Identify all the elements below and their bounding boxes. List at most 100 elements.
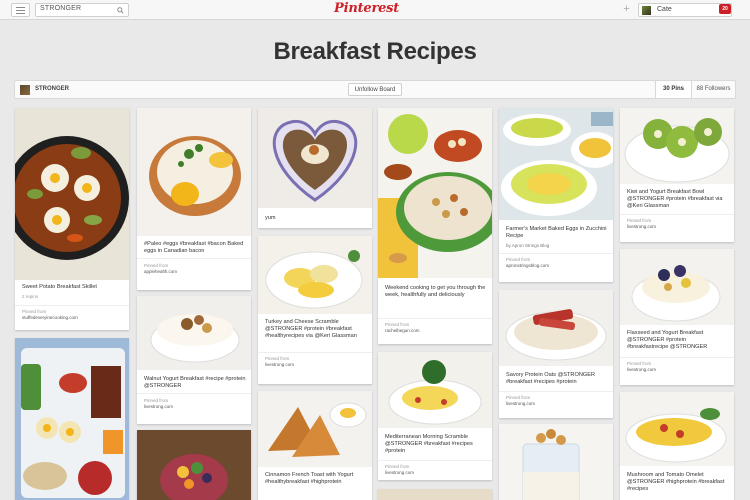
pinned-from-label: Pinned from: [506, 395, 531, 400]
pin-description: #Paleo #eggs #breakfast #bacon Baked egg…: [144, 241, 244, 254]
pin-description: Mediterranean Morning Scramble @STRONGER…: [385, 434, 473, 454]
pin-image[interactable]: [137, 108, 251, 236]
pin-board-label[interactable]: by Apron Strings Blog: [506, 243, 549, 249]
pin-image[interactable]: [15, 338, 129, 500]
top-bar: STRONGER Pinterest + Cate 20: [0, 0, 750, 20]
profile-button[interactable]: Cate: [638, 3, 732, 17]
pin-source[interactable]: livestrong.com: [506, 401, 535, 407]
menu-icon-line: [16, 10, 25, 11]
pin-description: Turkey and Cheese Scramble @STRONGER #pr…: [265, 319, 357, 339]
pin-card[interactable]: Walnut Yogurt Breakfast #recipe #protein…: [137, 296, 251, 424]
divider: [620, 357, 734, 358]
search-input[interactable]: STRONGER: [35, 3, 129, 17]
skillet-image: [15, 108, 129, 280]
pin-image[interactable]: [499, 108, 613, 220]
pin-card[interactable]: Mushroom and Tomato Omelet @STRONGER #hi…: [620, 392, 734, 500]
pinned-from-label: Pinned from: [265, 356, 290, 361]
board-owner-name[interactable]: STRONGER: [35, 86, 69, 92]
notification-badge[interactable]: 20: [719, 4, 731, 14]
yogurt-walnut-image: [137, 296, 251, 370]
add-icon[interactable]: +: [621, 4, 632, 15]
pin-description: Weekend cooking to get you through the w…: [385, 285, 486, 298]
pin-source[interactable]: applehealth.com: [144, 269, 177, 275]
oatmeal-image: [378, 108, 492, 278]
heart-bowl-image: [258, 108, 372, 208]
pin-image[interactable]: [15, 108, 129, 280]
pin-card[interactable]: Kiwi and Yogurt Breakfast Bowl @STRONGER…: [620, 108, 734, 242]
pin-image[interactable]: [378, 108, 492, 278]
pin-image[interactable]: [137, 296, 251, 370]
divider: [499, 253, 613, 254]
pin-card[interactable]: yum: [258, 108, 372, 228]
pin-card[interactable]: Farmer's Market Baked Eggs in Zucchini R…: [499, 108, 613, 282]
morning-scramble-image: [378, 352, 492, 428]
pin-image[interactable]: [378, 489, 492, 500]
search-icon[interactable]: [117, 7, 124, 14]
pinned-from-label: Pinned from: [627, 218, 652, 223]
pinned-from-label: Pinned from: [627, 361, 652, 366]
pin-image[interactable]: [499, 424, 613, 500]
pin-image[interactable]: [258, 236, 372, 314]
pinned-from-label: Pinned from: [144, 263, 169, 268]
pin-card[interactable]: Savory Protein Oats @STRONGER #breakfast…: [499, 290, 613, 418]
pin-card[interactable]: Flaxseed and Yogurt Breakfast @STRONGER …: [620, 249, 734, 385]
pin-image[interactable]: [378, 352, 492, 428]
pin-source[interactable]: livestrong.com: [265, 362, 294, 368]
pin-description: Cinnamon French Toast with Yogurt #healt…: [265, 472, 354, 485]
menu-icon-line: [16, 13, 25, 14]
pin-image[interactable]: [137, 430, 251, 500]
pin-image[interactable]: [258, 391, 372, 467]
pin-card[interactable]: Turkey and Cheese Scramble @STRONGER #pr…: [258, 236, 372, 384]
pin-card[interactable]: [378, 489, 492, 500]
pinned-from-label: Pinned from: [385, 464, 410, 469]
pin-description: Kiwi and Yogurt Breakfast Bowl @STRONGER…: [627, 189, 723, 209]
pinned-from-label: Pinned from: [385, 322, 410, 327]
user-name: Cate: [657, 6, 672, 13]
pin-image[interactable]: [499, 290, 613, 366]
pin-source[interactable]: livestrong.com: [627, 224, 656, 230]
pin-description: Flaxseed and Yogurt Breakfast @STRONGER …: [627, 330, 708, 350]
pin-card[interactable]: #Paleo #eggs #breakfast #bacon Baked egg…: [137, 108, 251, 290]
pin-image[interactable]: [620, 249, 734, 325]
pin-image[interactable]: [620, 108, 734, 184]
divider: [15, 305, 129, 306]
lunchbox-image: [15, 338, 129, 500]
baked-egg-image: [137, 108, 251, 236]
pin-card[interactable]: Weekend cooking to get you through the w…: [378, 108, 492, 344]
divider: [499, 391, 613, 392]
pin-card[interactable]: [499, 424, 613, 500]
pinned-from-label: Pinned from: [144, 398, 169, 403]
pinned-from-label: Pinned from: [506, 257, 531, 262]
pin-source[interactable]: rachelbegun.com: [385, 328, 420, 334]
pin-image[interactable]: [258, 108, 372, 208]
pin-source[interactable]: livestrong.com: [385, 470, 414, 476]
kiwi-yogurt-image: [620, 108, 734, 184]
unfollow-board-button[interactable]: Unfollow Board: [348, 83, 402, 96]
pin-source[interactable]: stuffedeveryinecooking.com: [22, 315, 78, 321]
pin-source[interactable]: livestrong.com: [627, 367, 656, 373]
flaxseed-yogurt-image: [620, 249, 734, 325]
pins-count-tab[interactable]: 30 Pins: [655, 81, 691, 98]
pin-card[interactable]: [137, 430, 251, 500]
pin-description: Farmer's Market Baked Eggs in Zucchini R…: [506, 226, 607, 239]
pinned-from-label: Pinned from: [22, 309, 47, 314]
divider: [378, 318, 492, 319]
pin-card[interactable]: [15, 338, 129, 500]
pin-image[interactable]: [620, 392, 734, 466]
omelet-image: [620, 392, 734, 466]
pin-description: yum: [265, 215, 276, 221]
pin-card[interactable]: Sweet Potato Breakfast Skillet 2 repins …: [15, 108, 129, 330]
divider: [137, 258, 251, 259]
menu-icon-line: [16, 7, 25, 8]
search-value: STRONGER: [40, 5, 82, 12]
pinterest-logo[interactable]: Pinterest: [334, 1, 399, 16]
savory-oats-image: [499, 290, 613, 366]
menu-button[interactable]: [11, 3, 30, 17]
pin-source[interactable]: livestrong.com: [144, 404, 173, 410]
pin-card[interactable]: Mediterranean Morning Scramble @STRONGER…: [378, 352, 492, 480]
followers-count-tab[interactable]: 88 Followers: [691, 81, 735, 98]
pin-source[interactable]: apronstringsblog.com: [506, 263, 549, 269]
board-owner-avatar[interactable]: [20, 85, 30, 95]
board-info-bar: STRONGER Unfollow Board 30 Pins 88 Follo…: [14, 80, 736, 99]
pin-card[interactable]: Cinnamon French Toast with Yogurt #healt…: [258, 391, 372, 500]
